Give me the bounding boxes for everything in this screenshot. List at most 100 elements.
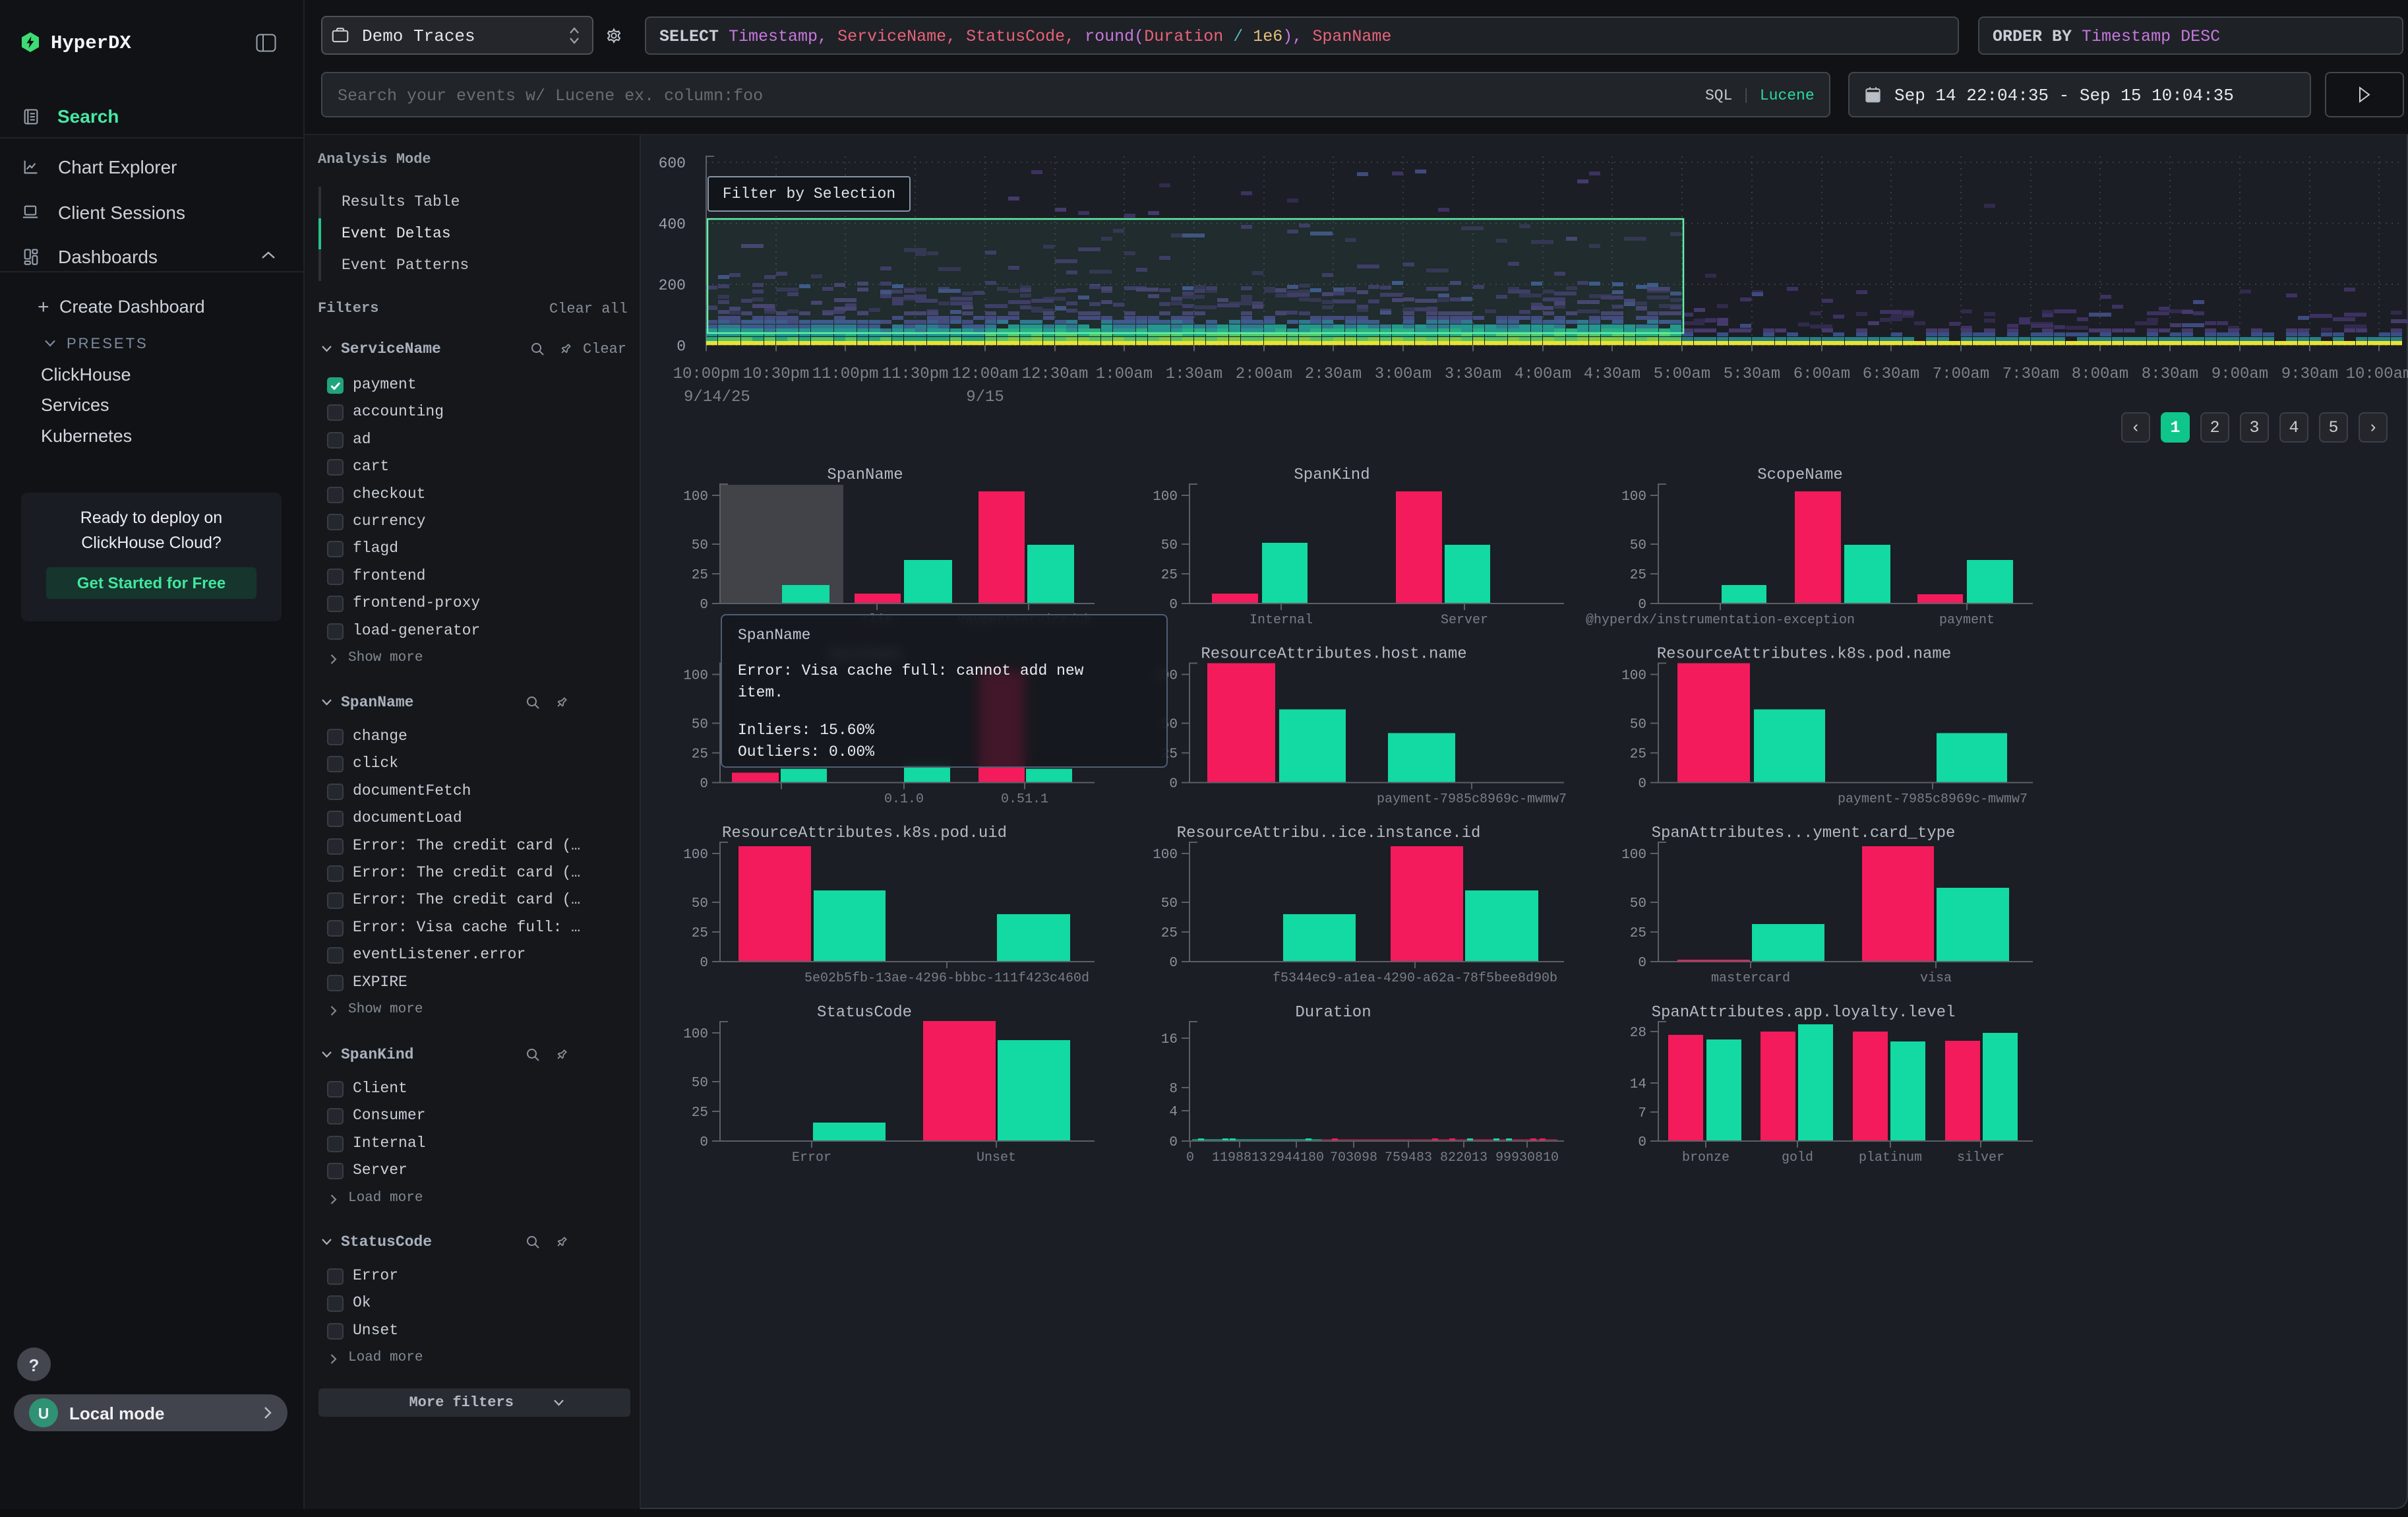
svg-text:8:30am: 8:30am (2142, 365, 2198, 383)
svg-text:visa: visa (1920, 971, 1952, 986)
svg-text:9/15: 9/15 (966, 388, 1004, 406)
svg-text:0: 0 (1169, 777, 1178, 792)
svg-text:ResourceAttributes.host.name: ResourceAttributes.host.name (1201, 646, 1466, 664)
svg-text:1:30am: 1:30am (1166, 365, 1222, 383)
svg-text:StatusCode: StatusCode (817, 1004, 912, 1022)
svg-text:Server: Server (1441, 613, 1488, 628)
svg-text:4:00am: 4:00am (1515, 365, 1571, 383)
svg-text:2944180: 2944180 (1269, 1150, 1324, 1165)
svg-text:100: 100 (1621, 489, 1646, 505)
svg-text:2:30am: 2:30am (1305, 365, 1362, 383)
svg-text:platinum: platinum (1859, 1150, 1922, 1165)
svg-text:f5344ec9-a1ea-4290-a62a-78f5be: f5344ec9-a1ea-4290-a62a-78f5bee8d90b (1273, 971, 1557, 986)
svg-text:16: 16 (1161, 1032, 1178, 1047)
svg-text:28: 28 (1630, 1026, 1646, 1041)
svg-text:5:00am: 5:00am (1654, 365, 1710, 383)
svg-text:6:00am: 6:00am (1793, 365, 1850, 383)
svg-text:600: 600 (659, 155, 686, 172)
svg-text:7:30am: 7:30am (2002, 365, 2059, 383)
svg-text:50: 50 (1630, 896, 1646, 912)
svg-text:0: 0 (1638, 1135, 1646, 1150)
svg-text:11:00pm: 11:00pm (812, 365, 879, 383)
svg-text:0.1.0: 0.1.0 (884, 792, 924, 807)
svg-text:100: 100 (1621, 669, 1646, 684)
svg-text:0: 0 (1638, 777, 1646, 792)
svg-text:2:00am: 2:00am (1236, 365, 1292, 383)
svg-text:payment-7985c8969c-mwmw7: payment-7985c8969c-mwmw7 (1377, 792, 1567, 807)
svg-text:50: 50 (1161, 896, 1178, 912)
svg-text:50: 50 (1630, 538, 1646, 553)
svg-text:100: 100 (1153, 489, 1178, 505)
svg-text:100: 100 (683, 669, 708, 684)
svg-text:0: 0 (1169, 1135, 1178, 1150)
svg-text:25: 25 (1630, 568, 1646, 583)
svg-text:SpanAttributes...yment.card_ty: SpanAttributes...yment.card_type (1652, 824, 1956, 842)
svg-text:99930810: 99930810 (1495, 1150, 1559, 1165)
svg-text:mastercard: mastercard (1711, 971, 1790, 986)
svg-text:50: 50 (1161, 538, 1178, 553)
svg-text:12:00am: 12:00am (952, 365, 1019, 383)
svg-text:25: 25 (1630, 926, 1646, 941)
svg-text:100: 100 (683, 848, 708, 863)
svg-text:50: 50 (1630, 718, 1646, 733)
svg-text:4:30am: 4:30am (1584, 365, 1640, 383)
svg-text:ResourceAttributes.k8s.pod.nam: ResourceAttributes.k8s.pod.name (1657, 646, 1951, 664)
svg-text:Duration: Duration (1295, 1004, 1371, 1022)
svg-text:10:00am: 10:00am (2346, 365, 2408, 383)
svg-text:9:30am: 9:30am (2281, 365, 2338, 383)
svg-text:gold: gold (1782, 1150, 1813, 1165)
svg-text:25: 25 (1630, 747, 1646, 762)
svg-text:ResourceAttribu..ice.instance.: ResourceAttribu..ice.instance.id (1177, 824, 1481, 842)
svg-text:100: 100 (1621, 848, 1646, 863)
svg-text:payment: payment (1939, 613, 1995, 628)
svg-text:9:00am: 9:00am (2212, 365, 2268, 383)
svg-text:4: 4 (1169, 1105, 1178, 1120)
svg-text:6:30am: 6:30am (1863, 365, 1919, 383)
svg-text:bronze: bronze (1682, 1150, 1730, 1165)
svg-text:11:30pm: 11:30pm (882, 365, 949, 383)
svg-text:7:00am: 7:00am (1933, 365, 1989, 383)
svg-text:822013: 822013 (1440, 1150, 1488, 1165)
svg-text:0: 0 (1169, 598, 1178, 613)
svg-text:25: 25 (1161, 568, 1178, 583)
svg-text:10:30pm: 10:30pm (743, 365, 810, 383)
svg-text:@hyperdx/instrumentation-excep: @hyperdx/instrumentation-exception (1586, 613, 1855, 628)
svg-text:200: 200 (659, 277, 686, 294)
svg-text:payment-7985c8969c-mwmw7: payment-7985c8969c-mwmw7 (1838, 792, 2028, 807)
svg-text:1:00am: 1:00am (1096, 365, 1153, 383)
svg-text:silver: silver (1957, 1150, 2004, 1165)
svg-text:100: 100 (683, 489, 708, 505)
svg-text:8: 8 (1169, 1082, 1178, 1097)
svg-text:25: 25 (692, 926, 708, 941)
svg-text:Internal: Internal (1249, 613, 1313, 628)
svg-text:703098: 703098 (1330, 1150, 1377, 1165)
svg-text:10:00pm: 10:00pm (673, 365, 740, 383)
svg-text:14: 14 (1630, 1077, 1646, 1092)
svg-text:0: 0 (700, 777, 708, 792)
svg-text:0: 0 (1638, 598, 1646, 613)
svg-text:25: 25 (692, 1105, 708, 1121)
svg-text:50: 50 (692, 1076, 708, 1091)
svg-text:0: 0 (1638, 956, 1646, 971)
svg-text:400: 400 (659, 216, 686, 233)
svg-text:12:30am: 12:30am (1022, 365, 1089, 383)
svg-text:0.51.1: 0.51.1 (1001, 792, 1048, 807)
svg-text:25: 25 (692, 747, 708, 762)
svg-text:0: 0 (700, 598, 708, 613)
svg-text:0: 0 (1169, 956, 1178, 971)
svg-text:0: 0 (700, 1135, 708, 1150)
svg-text:50: 50 (692, 538, 708, 553)
svg-text:0: 0 (677, 338, 686, 356)
svg-text:8:00am: 8:00am (2072, 365, 2128, 383)
svg-text:Error: Error (792, 1150, 831, 1165)
svg-text:5e02b5fb-13ae-4296-bbbc-111f42: 5e02b5fb-13ae-4296-bbbc-111f423c460d (804, 971, 1089, 986)
svg-text:3:30am: 3:30am (1445, 365, 1501, 383)
svg-text:ScopeName: ScopeName (1757, 466, 1843, 484)
svg-text:0: 0 (700, 956, 708, 971)
svg-text:25: 25 (692, 568, 708, 583)
svg-text:100: 100 (1153, 848, 1178, 863)
svg-text:1198813: 1198813 (1212, 1150, 1267, 1165)
svg-text:7: 7 (1638, 1106, 1646, 1121)
svg-text:50: 50 (692, 896, 708, 912)
svg-text:0: 0 (1186, 1150, 1194, 1165)
